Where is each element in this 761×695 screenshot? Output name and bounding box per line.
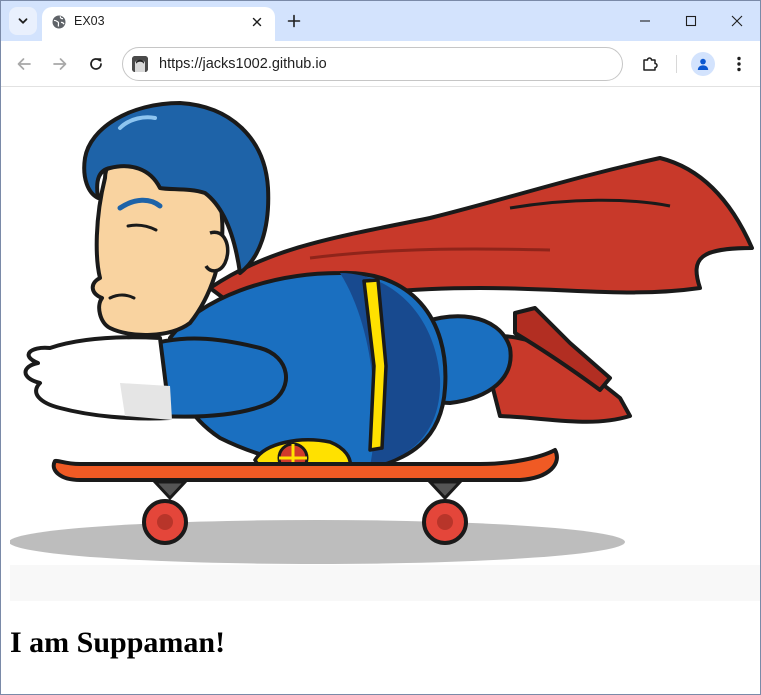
tab-close-button[interactable] bbox=[247, 12, 267, 32]
back-button[interactable] bbox=[11, 51, 37, 77]
forward-button[interactable] bbox=[47, 51, 73, 77]
tab-title: EX03 bbox=[74, 14, 105, 28]
close-window-button[interactable] bbox=[714, 7, 760, 35]
browser-menu-button[interactable] bbox=[726, 51, 752, 77]
close-icon bbox=[252, 17, 262, 27]
globe-icon bbox=[52, 15, 66, 29]
close-icon bbox=[731, 15, 743, 27]
reload-icon bbox=[90, 58, 102, 70]
arrow-left-icon bbox=[17, 58, 31, 70]
browser-window: EX03 https://jacks1002.github.io I am Su… bbox=[0, 0, 761, 695]
superhero-illustration bbox=[10, 98, 760, 565]
minimize-button[interactable] bbox=[622, 7, 668, 35]
browser-toolbar: https://jacks1002.github.io bbox=[1, 41, 760, 87]
reload-button[interactable] bbox=[83, 51, 109, 77]
toolbar-divider bbox=[676, 55, 677, 73]
puzzle-icon bbox=[643, 57, 658, 71]
tab-strip: EX03 bbox=[1, 1, 760, 41]
site-favicon bbox=[132, 56, 148, 72]
tab-search-button[interactable] bbox=[9, 7, 37, 35]
url-text: https://jacks1002.github.io bbox=[159, 56, 327, 72]
new-tab-button[interactable] bbox=[283, 10, 305, 32]
person-icon bbox=[697, 58, 709, 70]
arrow-right-icon bbox=[53, 58, 67, 70]
page-content: I am Suppaman! bbox=[1, 88, 760, 694]
chevron-down-icon bbox=[18, 18, 28, 24]
maximize-button[interactable] bbox=[668, 7, 714, 35]
browser-tab[interactable]: EX03 bbox=[42, 7, 275, 41]
address-bar[interactable]: https://jacks1002.github.io bbox=[122, 47, 623, 81]
maximize-icon bbox=[685, 15, 697, 27]
page-heading: I am Suppaman! bbox=[10, 626, 226, 659]
superhero-image bbox=[10, 98, 760, 601]
plus-icon bbox=[287, 14, 301, 28]
profile-button[interactable] bbox=[691, 52, 715, 76]
minimize-icon bbox=[640, 20, 650, 22]
more-vert-icon bbox=[737, 56, 741, 72]
extensions-button[interactable] bbox=[637, 51, 663, 77]
